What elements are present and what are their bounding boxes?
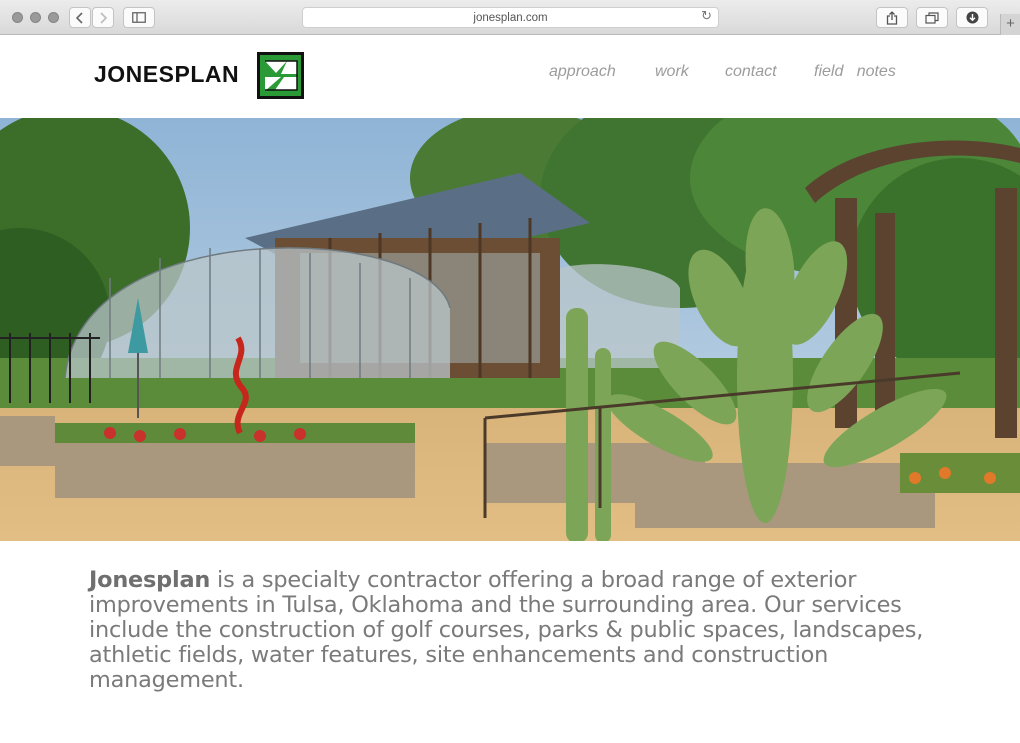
minimize-window-button[interactable] <box>30 12 41 23</box>
download-icon <box>966 11 978 24</box>
logo-mark-icon[interactable] <box>257 52 304 99</box>
share-icon <box>886 10 898 25</box>
hero-image <box>0 118 1020 541</box>
logo-text[interactable]: JONESPLAN <box>94 61 239 88</box>
nav-contact[interactable]: contact <box>725 63 777 81</box>
reload-icon[interactable]: ↻ <box>701 9 712 24</box>
intro-text: is a specialty contractor offering a bro… <box>89 567 924 693</box>
intro-paragraph: Jonesplan is a specialty contractor offe… <box>89 568 939 693</box>
url-text: jonesplan.com <box>473 11 548 24</box>
nav-field-notes[interactable]: field notes <box>814 63 896 81</box>
share-button[interactable] <box>876 7 908 28</box>
zoom-window-button[interactable] <box>48 12 59 23</box>
downloads-button[interactable] <box>956 7 988 28</box>
intro-brand: Jonesplan <box>89 567 211 593</box>
address-bar[interactable]: jonesplan.com ↻ <box>302 7 719 28</box>
chevron-right-icon <box>100 11 108 24</box>
nav-work[interactable]: work <box>655 63 689 81</box>
back-button[interactable] <box>69 7 91 28</box>
chevron-left-icon <box>75 11 83 24</box>
new-tab-button[interactable]: + <box>1000 14 1020 35</box>
forward-button[interactable] <box>92 7 114 28</box>
show-tabs-button[interactable] <box>916 7 948 28</box>
close-window-button[interactable] <box>12 12 23 23</box>
sidebar-icon <box>132 12 146 23</box>
site-header: JONESPLAN approach work contact field no… <box>0 36 1020 118</box>
sidebar-button[interactable] <box>123 7 155 28</box>
tabs-icon <box>925 11 939 24</box>
nav-approach[interactable]: approach <box>549 63 616 81</box>
browser-toolbar: jonesplan.com ↻ + <box>0 0 1020 35</box>
